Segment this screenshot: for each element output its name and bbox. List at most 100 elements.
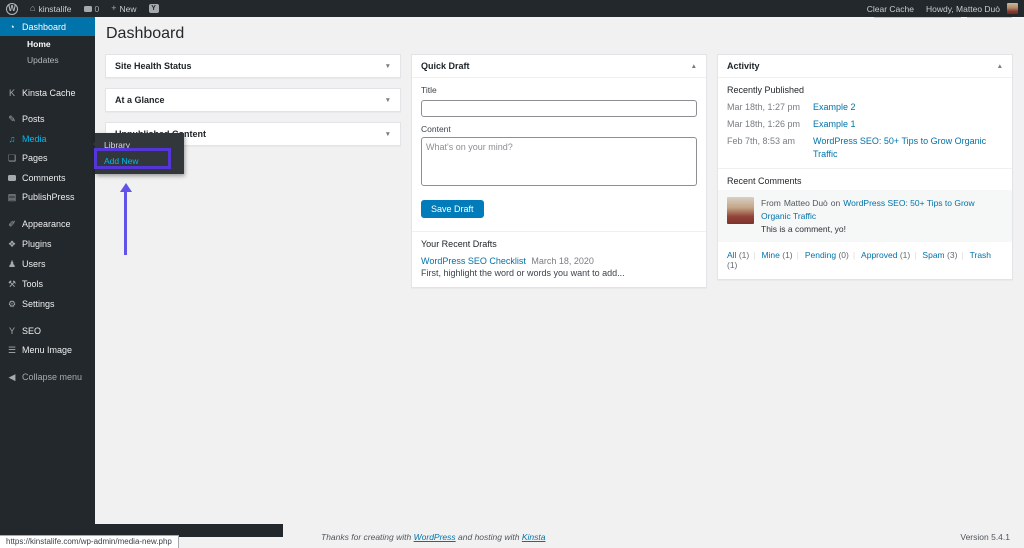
comments-menu[interactable]: 0 — [78, 0, 106, 17]
published-row: Mar 18th, 1:26 pm Example 1 — [718, 116, 1012, 133]
widget-site-health: Site Health Status ▼ — [105, 54, 401, 78]
sidebar-item-seo[interactable]: Y SEO — [0, 321, 95, 340]
widget-activity: Activity ▲ Recently Published Mar 18th, … — [717, 54, 1013, 280]
comment-filter-link[interactable]: Spam — [922, 250, 944, 260]
draft-date: March 18, 2020 — [531, 256, 594, 266]
recently-published-title: Recently Published — [718, 78, 1012, 99]
published-row: Feb 7th, 8:53 am WordPress SEO: 50+ Tips… — [718, 133, 1012, 163]
arrow-stem — [124, 192, 127, 255]
collapse-toggle-icon[interactable]: ▼ — [385, 97, 391, 104]
comment-author: Matteo Duò — [784, 198, 828, 208]
sidebar-item-publishpress[interactable]: ▤ PublishPress — [0, 187, 95, 207]
sidebar-item-plugins[interactable]: ❖ Plugins — [0, 234, 95, 254]
comment-filter-link[interactable]: All — [727, 250, 736, 260]
draft-link[interactable]: WordPress SEO Checklist — [421, 256, 526, 266]
seo-icon: Y — [7, 326, 17, 336]
save-draft-button[interactable]: Save Draft — [421, 200, 484, 218]
wordpress-logo-icon: W — [6, 3, 18, 15]
sidebar-item-kinsta-cache[interactable]: K Kinsta Cache — [0, 83, 95, 102]
quick-draft-header[interactable]: Quick Draft ▲ — [412, 55, 706, 78]
widget-at-a-glance: At a Glance ▼ — [105, 88, 401, 112]
howdy-text: Howdy, Matteo Duò — [926, 4, 1000, 14]
tools-icon: ⚒ — [7, 279, 17, 290]
media-icon: ♫ — [7, 134, 17, 144]
wordpress-footer-link[interactable]: WordPress — [414, 532, 456, 542]
yoast-menu[interactable]: Y — [143, 0, 165, 17]
sidebar-item-appearance[interactable]: ✐ Appearance — [0, 214, 95, 234]
comment-filter: Approved (1) — [861, 250, 920, 260]
new-content-menu[interactable]: + New — [105, 0, 142, 17]
plugins-icon: ❖ — [7, 239, 17, 250]
status-url: https://kinstalife.com/wp-admin/media-ne… — [6, 537, 172, 546]
comment-filters: All (1)Mine (1)Pending (0)Approved (1)Sp… — [718, 242, 1012, 279]
collapse-toggle-icon[interactable]: ▲ — [997, 63, 1003, 70]
wordpress-menu[interactable]: W — [0, 0, 24, 17]
sidebar-item-users[interactable]: ♟ Users — [0, 254, 95, 274]
quick-draft-title-input[interactable] — [421, 100, 697, 117]
version-text: Version 5.4.1 — [960, 532, 1010, 542]
comment-filter-link[interactable]: Trash — [970, 250, 991, 260]
recent-drafts-title: Your Recent Drafts — [421, 239, 697, 249]
content-label: Content — [421, 124, 697, 134]
collapse-toggle-icon[interactable]: ▼ — [385, 63, 391, 70]
arrow-head — [120, 183, 132, 192]
comment-filter: All (1) — [727, 250, 759, 260]
media-submenu-library[interactable]: Library — [95, 137, 184, 153]
published-post-link[interactable]: Example 1 — [813, 118, 1003, 131]
at-a-glance-header[interactable]: At a Glance ▼ — [106, 89, 400, 111]
my-account-menu[interactable]: Howdy, Matteo Duò — [920, 0, 1024, 17]
comment-filter: Mine (1) — [761, 250, 802, 260]
plus-icon: + — [111, 4, 116, 13]
yoast-icon: Y — [149, 4, 159, 13]
admin-bar: W ⌂ kinstalife 0 + New Y Clear Cache How… — [0, 0, 1024, 17]
collapse-toggle-icon[interactable]: ▲ — [691, 63, 697, 70]
commenter-avatar — [727, 197, 754, 224]
dashboard-content: Screen Options ▼ Help ▼ Dashboard Site H… — [95, 0, 1024, 288]
quick-draft-content-textarea[interactable] — [421, 137, 697, 186]
draft-excerpt: First, highlight the word or words you w… — [421, 268, 697, 278]
comment-filter-link[interactable]: Approved — [861, 250, 897, 260]
site-name-menu[interactable]: ⌂ kinstalife — [24, 0, 78, 17]
sidebar-item-posts[interactable]: ✎ Posts — [0, 109, 95, 129]
comment-filter-link[interactable]: Pending — [805, 250, 836, 260]
published-post-link[interactable]: WordPress SEO: 50+ Tips to Grow Organic … — [813, 135, 1003, 161]
sidebar-item-home[interactable]: Home — [0, 36, 95, 52]
sidebar-item-tools[interactable]: ⚒ Tools — [0, 274, 95, 294]
published-post-link[interactable]: Example 2 — [813, 101, 1003, 114]
activity-header[interactable]: Activity ▲ — [718, 55, 1012, 78]
pages-icon: ❏ — [7, 153, 17, 164]
publishpress-icon: ▤ — [7, 192, 17, 203]
dashboard-column-2: Quick Draft ▲ Title Content Save Draft Y… — [411, 54, 707, 288]
kinsta-footer-link[interactable]: Kinsta — [522, 532, 546, 542]
sidebar-item-collapse-menu[interactable]: ◀ Collapse menu — [0, 367, 95, 387]
title-label: Title — [421, 85, 697, 95]
clear-cache-button[interactable]: Clear Cache — [861, 0, 920, 17]
page-title: Dashboard — [106, 25, 1013, 43]
widget-quick-draft: Quick Draft ▲ Title Content Save Draft Y… — [411, 54, 707, 288]
annotation-arrow-up — [119, 183, 132, 255]
site-health-header[interactable]: Site Health Status ▼ — [106, 55, 400, 77]
comment-filter-link[interactable]: Mine — [761, 250, 779, 260]
sidebar-item-updates[interactable]: Updates — [0, 52, 95, 68]
published-row: Mar 18th, 1:27 pm Example 2 — [718, 99, 1012, 116]
comments-icon — [7, 173, 17, 183]
sidebar-item-menu-image[interactable]: ☰ Menu Image — [0, 340, 95, 360]
media-flyout-submenu: Library Add New — [95, 133, 184, 174]
comment-item: FromMatteo DuòonWordPress SEO: 50+ Tips … — [718, 190, 1012, 242]
sidebar-item-pages[interactable]: ❏ Pages — [0, 148, 95, 168]
sidebar-item-dashboard[interactable]: ◔ Dashboard — [0, 17, 95, 36]
dashboard-column-3: Activity ▲ Recently Published Mar 18th, … — [717, 54, 1013, 280]
new-label: New — [120, 4, 137, 14]
kinsta-icon: K — [7, 88, 17, 98]
comment-count: 0 — [95, 4, 100, 14]
collapse-toggle-icon[interactable]: ▼ — [385, 131, 391, 138]
collapse-icon: ◀ — [7, 372, 17, 383]
comment-filter: Spam (3) — [922, 250, 967, 260]
appearance-icon: ✐ — [7, 219, 17, 230]
recent-comments-title: Recent Comments — [718, 169, 1012, 190]
sidebar-item-settings[interactable]: ⚙ Settings — [0, 294, 95, 314]
media-submenu-add-new[interactable]: Add New — [95, 153, 184, 169]
user-avatar — [1007, 3, 1018, 14]
sidebar-item-comments[interactable]: Comments — [0, 168, 95, 187]
sidebar-item-media[interactable]: ♫ Media — [0, 129, 95, 148]
